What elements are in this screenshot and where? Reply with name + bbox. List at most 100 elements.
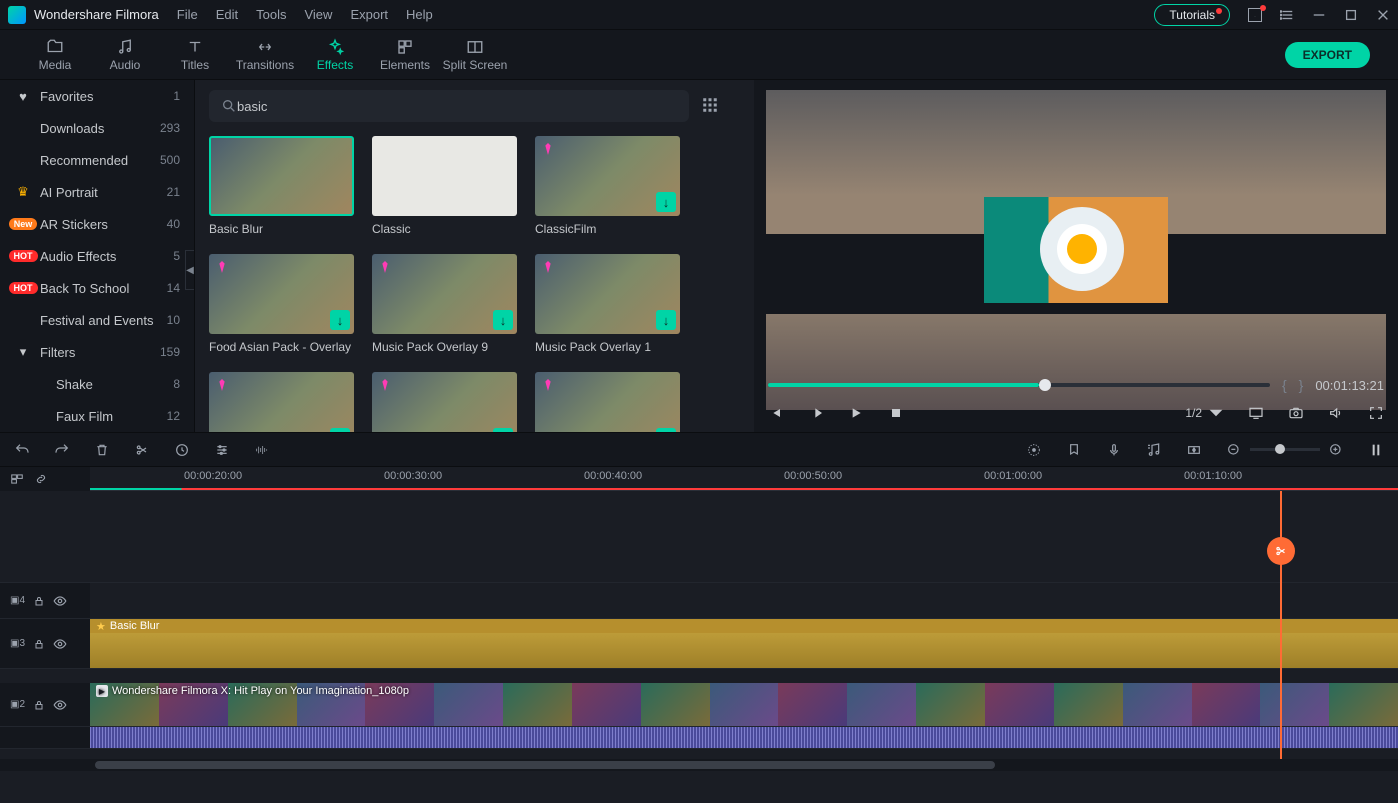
effect-clip[interactable]: ★Basic Blur [90,619,1398,633]
tab-titles[interactable]: Titles [160,38,230,72]
timeline-scrollbar[interactable] [0,759,1398,771]
thumb-music-pack-overlay-1[interactable]: ↓Music Pack Overlay 1 [535,254,680,354]
link-icon[interactable] [34,472,48,486]
search-input[interactable] [237,99,677,114]
thumb-basic-blur[interactable]: Basic Blur [209,136,354,236]
search-box[interactable] [209,90,689,122]
play-pause-icon[interactable] [808,405,824,421]
sidebar-item-ai-portrait[interactable]: ♛AI Portrait21 [0,176,194,208]
sidebar-item-filters[interactable]: ▾Filters159 [0,336,194,368]
timeline-options-icon[interactable] [1368,442,1384,458]
inbox-icon[interactable] [1248,8,1262,22]
maximize-button[interactable] [1344,8,1358,22]
eye-icon[interactable] [53,594,67,608]
tab-effects[interactable]: Effects [300,38,370,72]
adjust-icon[interactable] [214,442,230,458]
sidebar-item-favorites[interactable]: ♥Favorites1 [0,80,194,112]
tab-elements[interactable]: Elements [370,38,440,72]
display-icon[interactable] [1248,405,1264,421]
track-mgr-icon[interactable] [10,472,24,486]
minimize-button[interactable] [1312,8,1326,22]
lock-icon[interactable] [33,638,45,650]
thumb-classic[interactable]: Classic [372,136,517,236]
preview-scrubber[interactable] [768,383,1270,387]
menu-tools[interactable]: Tools [256,7,286,22]
zoom-in-icon[interactable] [1328,442,1344,458]
titlebar: Wondershare Filmora File Edit Tools View… [0,0,1398,30]
split-icon[interactable] [134,442,150,458]
sidebar-item-recommended[interactable]: Recommended500 [0,144,194,176]
sidebar-item-back-to-school[interactable]: HOTBack To School14 [0,272,194,304]
track-4[interactable]: ▣4 [0,583,1398,619]
track-2-video[interactable]: ▣2 ▶Wondershare Filmora X: Hit Play on Y… [0,683,1398,727]
track-audio[interactable] [0,727,1398,749]
redo-icon[interactable] [54,442,70,458]
thumb-music-pack-overlay-9[interactable]: ↓Music Pack Overlay 9 [372,254,517,354]
lock-icon[interactable] [33,699,45,711]
track-3-effect[interactable]: ▣3 ★Basic Blur [0,619,1398,669]
audio-wave-icon[interactable] [254,442,270,458]
thumb-item[interactable]: ↓ [209,372,354,432]
thumb-item[interactable]: ↓ [372,372,517,432]
sidebar-item-ar-stickers[interactable]: NewAR Stickers40 [0,208,194,240]
marker-in-icon[interactable]: { [1282,377,1287,393]
sidebar-item-audio-effects[interactable]: HOTAudio Effects5 [0,240,194,272]
menu-export[interactable]: Export [350,7,388,22]
preview-zoom-select[interactable]: 1/2 [1185,405,1224,421]
menu-file[interactable]: File [177,7,198,22]
ruler-tick: 00:00:50:00 [784,470,842,482]
timeline-toolbar [0,432,1398,466]
list-icon[interactable] [1280,8,1294,22]
timeline-ruler[interactable]: 00:00:20:0000:00:30:0000:00:40:0000:00:5… [90,467,1398,491]
thumb-food-asian-pack---overlay[interactable]: ↓Food Asian Pack - Overlay [209,254,354,354]
tab-audio[interactable]: Audio [90,38,160,72]
stop-icon[interactable] [888,405,904,421]
effects-browser: Basic BlurClassic↓ClassicFilm ↓Food Asian… [195,80,754,432]
volume-icon[interactable] [1328,405,1344,421]
app-logo-icon [8,6,26,24]
speed-icon[interactable] [174,442,190,458]
sidebar-collapse-handle[interactable]: ◀ [185,250,195,290]
close-button[interactable] [1376,8,1390,22]
playhead[interactable] [1280,491,1282,759]
prev-frame-icon[interactable] [768,405,784,421]
preview-canvas[interactable] [766,90,1386,410]
sidebar-item-faux-film[interactable]: Faux Film12 [0,400,194,432]
keyframe-icon[interactable] [1186,442,1202,458]
preview-timecode: 00:01:13:21 [1315,378,1384,393]
delete-icon[interactable] [94,442,110,458]
eye-icon[interactable] [53,698,67,712]
snapshot-icon[interactable] [1288,405,1304,421]
timeline-zoom[interactable] [1226,442,1344,458]
menu-help[interactable]: Help [406,7,433,22]
tab-media[interactable]: Media [20,38,90,72]
sidebar-item-shake[interactable]: Shake8 [0,368,194,400]
eye-icon[interactable] [53,637,67,651]
zoom-out-icon[interactable] [1226,442,1242,458]
play-icon[interactable] [848,405,864,421]
menu-view[interactable]: View [304,7,332,22]
thumb-item[interactable]: ↓ [535,372,680,432]
voiceover-icon[interactable] [1106,442,1122,458]
tutorials-button[interactable]: Tutorials [1154,4,1230,26]
sidebar-item-downloads[interactable]: Downloads293 [0,112,194,144]
export-button[interactable]: EXPORT [1285,42,1370,68]
tab-transitions[interactable]: Transitions [230,38,300,72]
audio-mixer-icon[interactable] [1146,442,1162,458]
sidebar-item-festival-and-events[interactable]: Festival and Events10 [0,304,194,336]
lock-icon[interactable] [33,595,45,607]
scissor-icon[interactable] [1267,537,1295,565]
marker-out-icon[interactable]: } [1299,377,1304,393]
render-icon[interactable] [1026,442,1042,458]
undo-icon[interactable] [14,442,30,458]
category-sidebar[interactable]: ♥Favorites1Downloads293Recommended500♛AI… [0,80,195,432]
fullscreen-icon[interactable] [1368,405,1384,421]
grid-view-icon[interactable] [701,96,719,117]
ruler-tick: 00:01:10:00 [1184,470,1242,482]
thumbnails-grid: Basic BlurClassic↓ClassicFilm ↓Food Asian… [209,136,740,432]
marker-icon[interactable] [1066,442,1082,458]
thumb-classicfilm[interactable]: ↓ClassicFilm [535,136,680,236]
menu-edit[interactable]: Edit [216,7,238,22]
tab-splitscreen[interactable]: Split Screen [440,38,510,72]
main-menu: File Edit Tools View Export Help [177,7,433,22]
